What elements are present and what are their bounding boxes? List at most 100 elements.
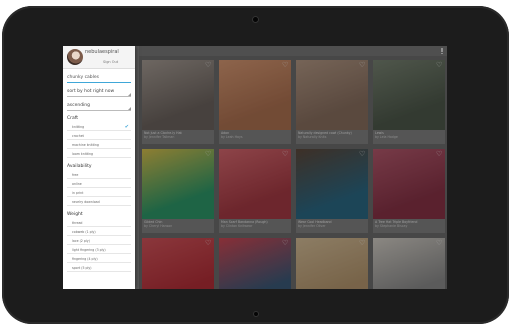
pattern-card[interactable]: ♡ Man Scarf Bandanna (Rough) by Clinton Kn… [219, 149, 291, 233]
heart-icon[interactable]: ♡ [205, 240, 211, 247]
pattern-photo: ♡ [373, 149, 445, 219]
pattern-photo: ♡ [219, 149, 291, 219]
heart-icon[interactable]: ♡ [359, 151, 365, 158]
pattern-caption: Not Just a Cloche-ly Hat by Jennifer Tall… [142, 130, 214, 144]
pattern-photo: ♡ [219, 238, 291, 289]
overflow-menu-icon[interactable] [441, 48, 443, 54]
heart-icon[interactable]: ♡ [205, 62, 211, 69]
filter-option[interactable]: sport (5 ply) [67, 264, 131, 272]
pattern-photo: ♡ [373, 238, 445, 289]
filter-option-label: ravelry download [72, 200, 100, 204]
pattern-card[interactable]: ♡ Naturally designed cowl (Chunky) by Natu… [296, 60, 368, 144]
pattern-photo: ♡ [142, 149, 214, 219]
availability-heading: Availability [67, 164, 92, 169]
pattern-designer: by Jennifer Oliver [298, 224, 326, 228]
pattern-designer: by Clinton Knitwear [221, 224, 253, 228]
pattern-photo: ♡ [373, 60, 445, 130]
home-sensor [253, 311, 259, 317]
filter-option[interactable]: loom knitting [67, 150, 131, 158]
app-screen: ♡ Not Just a Cloche-ly Hat by Jennifer Tal… [63, 46, 447, 289]
pattern-designer: by Lela Hodge [375, 135, 398, 139]
heart-icon[interactable]: ♡ [436, 151, 442, 158]
sign-out-link[interactable]: Sign Out [103, 60, 118, 64]
front-camera [252, 16, 259, 23]
avatar[interactable] [67, 49, 83, 65]
filter-option-label: machine knitting [72, 143, 99, 147]
pattern-designer: by Jennifer Tallman [144, 135, 175, 139]
sort-select[interactable]: sort by hot right now [67, 88, 131, 97]
pattern-card[interactable]: ♡ [219, 238, 291, 289]
action-bar [139, 46, 447, 56]
navigation-drawer: nebulaespiral Sign Out chunky cables sor… [63, 46, 135, 289]
pattern-designer: by Leah Hays [221, 135, 243, 139]
heart-icon[interactable]: ♡ [436, 240, 442, 247]
heart-icon[interactable]: ♡ [282, 62, 288, 69]
heart-icon[interactable]: ♡ [359, 240, 365, 247]
heart-icon[interactable]: ♡ [282, 240, 288, 247]
pattern-caption: A Tree Hat Triple Boyfriend by Stephanie … [373, 219, 445, 233]
pattern-card[interactable]: ♡ Gilded Chin by Cheryl Hanson [142, 149, 214, 233]
filter-option-label: lace (2 ply) [72, 239, 90, 243]
pattern-photo: ♡ [142, 238, 214, 289]
filter-option-label: fingering (4 ply) [72, 257, 98, 261]
filter-option-label: online [72, 182, 82, 186]
craft-heading: Craft [67, 116, 79, 121]
filter-option[interactable]: crochet [67, 132, 131, 140]
pattern-caption: Naturally designed cowl (Chunky) by Natur… [296, 130, 368, 144]
filter-option[interactable]: free [67, 171, 131, 179]
dropdown-triangle-icon [128, 93, 131, 96]
pattern-caption: Adon by Leah Hays [219, 130, 291, 144]
pattern-card[interactable]: ♡ A Tree Hat Triple Boyfriend by Stephanie… [373, 149, 445, 233]
filter-option-label: sport (5 ply) [72, 266, 92, 270]
order-select-value: ascending [67, 103, 91, 108]
pattern-caption: Man Scarf Bandanna (Rough) by Clinton Kni… [219, 219, 291, 233]
pattern-photo: ♡ [296, 238, 368, 289]
filter-option[interactable]: knitting ✔ [67, 123, 131, 131]
filter-option-label: loom knitting [72, 152, 94, 156]
search-input[interactable]: chunky cables [67, 74, 131, 83]
pattern-photo: ♡ [142, 60, 214, 130]
filter-option[interactable]: cobweb (1 ply) [67, 228, 131, 236]
filter-option[interactable]: online [67, 180, 131, 188]
pattern-caption: Lewis by Lela Hodge [373, 130, 445, 144]
heart-icon[interactable]: ♡ [205, 151, 211, 158]
tablet-device: ♡ Not Just a Cloche-ly Hat by Jennifer Tal… [2, 6, 509, 324]
pattern-card[interactable]: ♡ [373, 238, 445, 289]
filter-option-label: light fingering (3 ply) [72, 248, 106, 252]
pattern-designer: by Stephanie Biscay [375, 224, 408, 228]
filter-option-label: crochet [72, 134, 84, 138]
profile-header: nebulaespiral Sign Out [63, 46, 135, 69]
filter-option[interactable]: machine knitting [67, 141, 131, 149]
filter-option[interactable]: ravelry download [67, 198, 131, 206]
sort-select-value: sort by hot right now [67, 89, 115, 94]
filter-option-label: knitting [72, 125, 85, 129]
heart-icon[interactable]: ♡ [436, 62, 442, 69]
filter-option[interactable]: lace (2 ply) [67, 237, 131, 245]
pattern-browser: ♡ Not Just a Cloche-ly Hat by Jennifer Tal… [139, 46, 447, 289]
pattern-card[interactable]: ♡ [142, 238, 214, 289]
pattern-designer: by Naturally Knits [298, 135, 327, 139]
pattern-card[interactable]: ♡ Adon by Leah Hays [219, 60, 291, 144]
heart-icon[interactable]: ♡ [359, 62, 365, 69]
username: nebulaespiral [85, 49, 119, 55]
order-select[interactable]: ascending [67, 102, 131, 111]
pattern-card[interactable]: ♡ Lewis by Lela Hodge [373, 60, 445, 144]
pattern-photo: ♡ [219, 60, 291, 130]
pattern-caption: Wear Cool Headband by Jennifer Oliver [296, 219, 368, 233]
pattern-card[interactable]: ♡ [296, 238, 368, 289]
pattern-card[interactable]: ♡ Not Just a Cloche-ly Hat by Jennifer Tal… [142, 60, 214, 144]
pattern-card[interactable]: ♡ Wear Cool Headband by Jennifer Oliver [296, 149, 368, 233]
filter-option-label: in print [72, 191, 84, 195]
heart-icon[interactable]: ♡ [282, 151, 288, 158]
checkmark-icon: ✔ [124, 124, 129, 130]
filter-option-label: cobweb (1 ply) [72, 230, 96, 234]
filter-option[interactable]: in print [67, 189, 131, 197]
dropdown-triangle-icon [128, 107, 131, 110]
filter-option[interactable]: thread [67, 219, 131, 227]
filter-option[interactable]: light fingering (3 ply) [67, 246, 131, 254]
pattern-photo: ♡ [296, 149, 368, 219]
filter-option[interactable]: fingering (4 ply) [67, 255, 131, 263]
filter-option-label: free [72, 173, 79, 177]
pattern-designer: by Cheryl Hanson [144, 224, 173, 228]
filter-option-label: thread [72, 221, 83, 225]
